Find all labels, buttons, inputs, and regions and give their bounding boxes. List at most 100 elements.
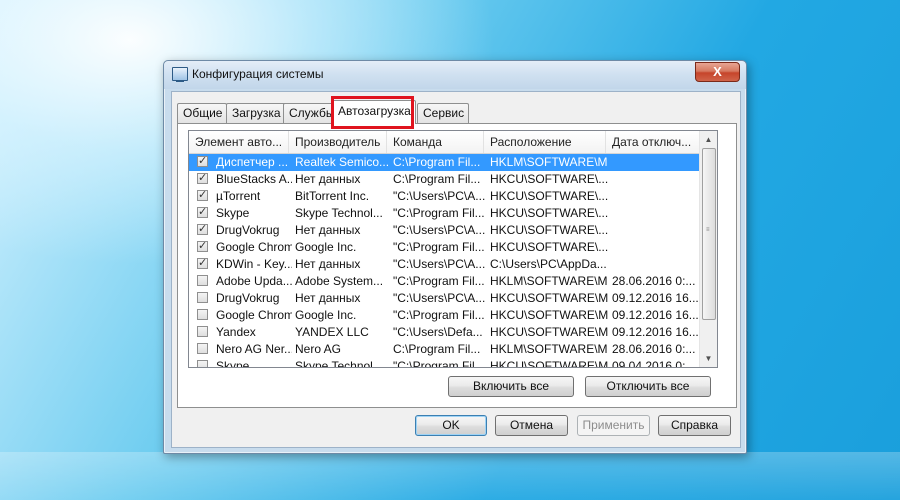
row-checkbox[interactable] — [197, 239, 208, 252]
cell-date-disabled — [612, 154, 700, 171]
cell-date-disabled: 09.04.2016 0:... — [612, 359, 696, 368]
disable-all-button[interactable]: Отключить все — [585, 376, 711, 397]
enable-all-button[interactable]: Включить все — [448, 376, 574, 397]
cell-manufacturer: Нет данных — [295, 172, 361, 186]
cell-location: HKLM\SOFTWARE\M... — [490, 155, 608, 169]
cell-manufacturer: Google Inc. — [295, 308, 357, 322]
column-header-date-disabled[interactable]: Дата отключ... — [606, 131, 704, 153]
list-row[interactable]: Skype Skype Technol... "C:\Program Fil... H… — [189, 358, 704, 368]
cell-date-disabled: 09.12.2016 16... — [612, 291, 699, 305]
cell-date-disabled: 09.12.2016 16... — [612, 325, 699, 339]
cell-location: HKCU\SOFTWARE\... — [490, 223, 608, 237]
list-row[interactable]: Google ChromeGoogle Inc. "C:\Program Fil.… — [189, 307, 704, 324]
column-header-manufacturer[interactable]: Производитель — [289, 131, 387, 153]
row-checkbox[interactable] — [197, 171, 208, 184]
list-header: Элемент авто... Производитель Команда Ра… — [189, 131, 704, 154]
cell-location: HKCU\SOFTWARE\... — [490, 240, 608, 254]
scroll-thumb[interactable]: ≡ — [702, 148, 716, 320]
cell-manufacturer: YANDEX LLC — [295, 325, 369, 339]
cell-date-disabled — [612, 256, 700, 273]
cell-item: KDWin - Key... — [216, 257, 292, 271]
column-header-item[interactable]: Элемент авто... — [189, 131, 289, 153]
list-rows: Диспетчер ... Realtek Semico... C:\Program… — [189, 154, 704, 368]
column-header-location[interactable]: Расположение — [484, 131, 606, 153]
list-row[interactable]: DrugVokrug Нет данных "C:\Users\PC\A... HKC… — [189, 222, 704, 239]
cell-item: Google Chrome — [216, 308, 292, 322]
cell-date-disabled — [612, 188, 700, 205]
help-button[interactable]: Справка — [658, 415, 731, 436]
cell-location: HKLM\SOFTWARE\M... — [490, 342, 608, 356]
list-row[interactable]: Nero AG Ner... Nero AG C:\Program Fil... HK… — [189, 341, 704, 358]
cell-location: HKCU\SOFTWARE\... — [490, 172, 608, 186]
tab-startup[interactable]: Автозагрузка — [332, 100, 416, 124]
cell-date-disabled: 28.06.2016 0:... — [612, 274, 696, 288]
dialog-client-area: Общие Загрузка Службы Автозагрузка Серви… — [171, 91, 741, 448]
list-row[interactable]: Диспетчер ... Realtek Semico... C:\Program… — [189, 154, 704, 171]
list-row[interactable]: Skype Skype Technol... "C:\Program Fil... H… — [189, 205, 704, 222]
list-row[interactable]: Google ChromeGoogle Inc. "C:\Program Fil.… — [189, 239, 704, 256]
list-row[interactable]: KDWin - Key...Нет данных "C:\Users\PC\A..… — [189, 256, 704, 273]
tab-general[interactable]: Общие — [177, 103, 227, 123]
cell-item: DrugVokrug — [216, 291, 280, 305]
cell-date-disabled — [612, 205, 700, 222]
cell-command: C:\Program Fil... — [393, 172, 481, 186]
cell-manufacturer: Nero AG — [295, 342, 342, 356]
cell-item: µTorrent — [216, 189, 261, 203]
row-checkbox[interactable] — [197, 309, 208, 320]
scroll-down-arrow-icon[interactable]: ▼ — [700, 350, 717, 367]
cell-item: Yandex — [216, 325, 256, 339]
cell-location: HKCU\SOFTWARE\M... — [490, 308, 608, 322]
row-checkbox[interactable] — [197, 154, 208, 167]
list-row[interactable]: µTorrent BitTorrent Inc. "C:\Users\PC\A...… — [189, 188, 704, 205]
cell-item: BlueStacks A... — [216, 172, 292, 186]
cell-item: Nero AG Ner... — [216, 342, 292, 356]
scroll-up-arrow-icon[interactable]: ▲ — [700, 131, 717, 148]
cell-command: "C:\Users\PC\A... — [393, 223, 486, 237]
title-bar[interactable]: Конфигурация системы X — [164, 61, 746, 89]
cell-item: Skype — [216, 206, 250, 220]
cell-manufacturer: Нет данных — [295, 291, 361, 305]
row-checkbox[interactable] — [197, 188, 208, 201]
row-checkbox[interactable] — [197, 326, 208, 337]
row-checkbox[interactable] — [197, 292, 208, 303]
cell-date-disabled: 09.12.2016 16... — [612, 308, 699, 322]
close-button[interactable]: X — [695, 62, 740, 82]
cell-command: C:\Program Fil... — [393, 155, 481, 169]
desktop-background — [0, 452, 900, 500]
cell-location: C:\Users\PC\AppDa... — [490, 257, 607, 271]
list-row[interactable]: DrugVokrug Нет данных "C:\Users\PC\A... HKC… — [189, 290, 704, 307]
cell-location: HKCU\SOFTWARE\M... — [490, 325, 608, 339]
cell-command: "C:\Users\PC\A... — [393, 257, 486, 271]
cell-item: Google Chrome — [216, 240, 292, 254]
tab-tools[interactable]: Сервис — [417, 103, 469, 123]
cell-command: "C:\Program Fil... — [393, 359, 485, 368]
tab-services[interactable]: Службы — [283, 103, 337, 123]
tab-boot[interactable]: Загрузка — [226, 103, 290, 123]
startup-items-list[interactable]: Элемент авто... Производитель Команда Ра… — [188, 130, 718, 368]
cell-manufacturer: Adobe System... — [295, 274, 384, 288]
list-row[interactable]: Yandex YANDEX LLC "C:\Users\Defa... HKCU\SO… — [189, 324, 704, 341]
row-checkbox[interactable] — [197, 256, 208, 269]
column-header-command[interactable]: Команда — [387, 131, 484, 153]
cell-location: HKCU\SOFTWARE\... — [490, 189, 608, 203]
cell-command: C:\Program Fil... — [393, 342, 481, 356]
list-row[interactable]: BlueStacks A...Нет данных C:\Program Fil.… — [189, 171, 704, 188]
cell-manufacturer: Нет данных — [295, 223, 361, 237]
ok-button[interactable]: OK — [415, 415, 487, 436]
cancel-button[interactable]: Отмена — [495, 415, 568, 436]
row-checkbox[interactable] — [197, 222, 208, 235]
cell-item: DrugVokrug — [216, 223, 280, 237]
row-checkbox[interactable] — [197, 343, 208, 354]
row-checkbox[interactable] — [197, 205, 208, 218]
list-row[interactable]: Adobe Upda... Adobe System... "C:\Program … — [189, 273, 704, 290]
cell-manufacturer: Нет данных — [295, 257, 361, 271]
monitor-icon — [172, 67, 188, 82]
grip-icon: ≡ — [706, 227, 710, 233]
cell-manufacturer: Skype Technol... — [295, 206, 383, 220]
vertical-scrollbar[interactable]: ▲ ≡ ▼ — [699, 131, 717, 367]
apply-button[interactable]: Применить — [577, 415, 650, 436]
row-checkbox[interactable] — [197, 275, 208, 286]
row-checkbox[interactable] — [197, 360, 208, 367]
cell-manufacturer: Skype Technol... — [295, 359, 383, 368]
cell-date-disabled: 28.06.2016 0:... — [612, 342, 696, 356]
